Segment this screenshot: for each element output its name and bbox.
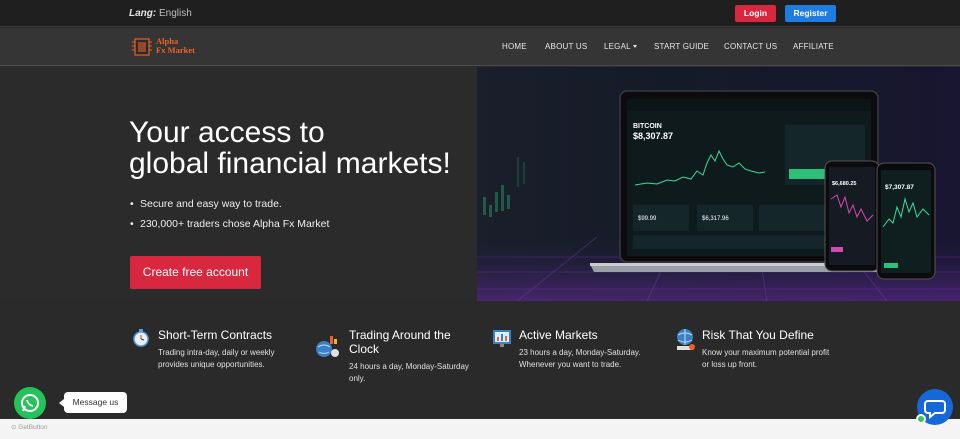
stopwatch-icon xyxy=(133,329,149,347)
language-selector[interactable]: Lang: English xyxy=(129,8,192,19)
hero-section: Your access to global financial markets!… xyxy=(0,67,960,301)
nav-home[interactable]: HOME xyxy=(502,42,527,51)
feature-desc-line: or loss up front. xyxy=(702,360,758,369)
feature-desc-line: only. xyxy=(349,374,366,383)
message-us-bubble[interactable]: Message us xyxy=(59,392,127,413)
globe-chart-icon xyxy=(316,336,339,357)
nav-legal[interactable]: LEGAL xyxy=(604,42,637,51)
laptop-tile1: $99.99 xyxy=(638,216,657,222)
feature-desc-line: provides unique opportunities. xyxy=(158,360,265,369)
bar-chart-icon xyxy=(493,330,511,347)
hero-title: Your access to global financial markets! xyxy=(129,117,489,179)
getbutton-label: GetButton xyxy=(18,424,48,431)
feature-desc-line: Know your maximum potential profit xyxy=(702,348,830,357)
feature-desc-line: 23 hours a day, Monday-Saturday. xyxy=(519,348,641,357)
hero-title-line1: Your access to xyxy=(129,116,325,149)
feature-title: Trading Around the Clock xyxy=(349,328,451,356)
phone-small-price: $6,680.25 xyxy=(832,181,856,187)
feature-title-line: Clock xyxy=(349,342,380,356)
footer-strip xyxy=(0,419,960,439)
logo-text: Alpha Fx Market xyxy=(156,37,195,55)
language-value: English xyxy=(159,8,192,19)
create-account-button[interactable]: Create free account xyxy=(130,256,261,289)
login-button[interactable]: Login xyxy=(735,5,776,22)
nav-contact-us[interactable]: CONTACT US xyxy=(724,42,777,51)
hero-devices-image: BITCOIN $8,307.87 $99.99 $6,317.96 $6,68… xyxy=(477,67,960,301)
top-bar: Lang: English Login Register xyxy=(0,0,960,27)
laptop-asset-name: BITCOIN xyxy=(633,123,662,130)
hero-bullet: 230,000+ traders chose Alpha Fx Market xyxy=(130,218,329,230)
feature-desc: 24 hours a day, Monday-Saturday only. xyxy=(349,361,499,385)
hero-bullet: Secure and easy way to trade. xyxy=(130,198,329,210)
devices-illustration: BITCOIN $8,307.87 $99.99 $6,317.96 $6,68… xyxy=(477,90,960,301)
feature-desc: Trading intra-day, daily or weekly provi… xyxy=(158,347,308,371)
main-navbar: Alpha Fx Market HOME ABOUT US LEGAL STAR… xyxy=(0,28,960,66)
nav-legal-label: LEGAL xyxy=(604,42,631,51)
site-logo[interactable]: Alpha Fx Market xyxy=(131,35,201,59)
logo-chip-icon xyxy=(132,38,152,56)
feature-desc-line: Whenever you want to trade. xyxy=(519,360,622,369)
hero-bullets: Secure and easy way to trade. 230,000+ t… xyxy=(130,198,329,238)
laptop-tile2: $6,317.96 xyxy=(702,216,729,222)
feature-desc-line: 24 hours a day, Monday-Saturday xyxy=(349,362,469,371)
whatsapp-icon xyxy=(21,394,39,412)
feature-desc: 23 hours a day, Monday-Saturday. Wheneve… xyxy=(519,347,669,371)
language-label: Lang: xyxy=(129,8,157,19)
nav-start-guide[interactable]: START GUIDE xyxy=(654,42,709,51)
feature-desc: Know your maximum potential profit or lo… xyxy=(702,347,852,371)
laptop-asset-price: $8,307.87 xyxy=(633,131,673,141)
phone-big-price: $7,307.87 xyxy=(885,184,914,191)
getbutton-credit[interactable]: ⊙ GetButton xyxy=(11,423,48,431)
globe-settings-icon xyxy=(677,329,695,350)
feature-title: Risk That You Define xyxy=(702,328,814,342)
chevron-down-icon xyxy=(632,45,637,48)
feature-desc-line: Trading intra-day, daily or weekly xyxy=(158,348,275,357)
register-button[interactable]: Register xyxy=(785,5,836,22)
feature-title: Short-Term Contracts xyxy=(158,328,273,342)
feature-title: Active Markets xyxy=(519,328,598,342)
nav-about-us[interactable]: ABOUT US xyxy=(545,42,587,51)
nav-affiliate[interactable]: AFFILIATE xyxy=(793,42,834,51)
feature-title-line: Trading Around the xyxy=(349,328,451,342)
features-section: Short-Term Contracts Trading intra-day, … xyxy=(0,301,960,419)
getbutton-icon: ⊙ xyxy=(11,424,17,431)
whatsapp-button[interactable] xyxy=(14,387,46,419)
logo-line2: Fx Market xyxy=(156,45,195,55)
hero-title-line2: global financial markets! xyxy=(129,147,451,180)
online-status-dot xyxy=(916,414,926,424)
